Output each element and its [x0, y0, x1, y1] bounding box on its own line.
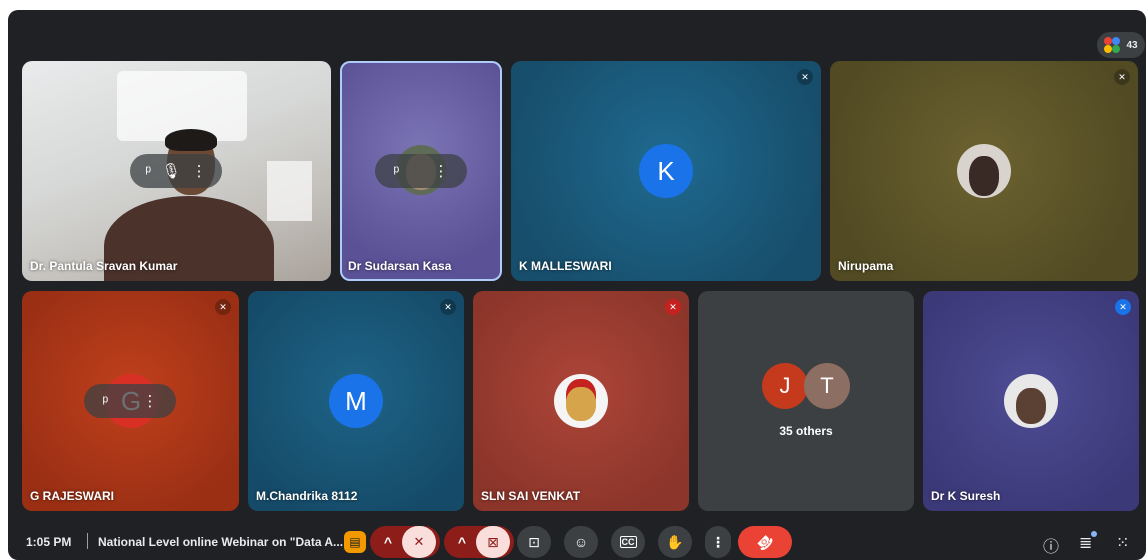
mic-toggle-button[interactable]: ✕ — [402, 526, 436, 558]
meeting-time: 1:05 PM — [26, 535, 72, 549]
participant-name: Dr. Pantula Sravan Kumar — [30, 259, 178, 273]
mic-off-icon[interactable]: 🎙 — [162, 162, 181, 180]
activities-icon[interactable]: ⁙ — [1116, 533, 1129, 553]
participant-tile[interactable]: ✕ K K MALLESWARI — [511, 61, 821, 281]
whiteboard-icon[interactable]: ▤ — [344, 531, 366, 553]
pin-icon[interactable]: ᵖ — [145, 163, 151, 180]
leave-call-button[interactable]: ☎ — [738, 526, 792, 558]
avatar: T — [804, 363, 850, 409]
mic-options-caret-icon[interactable]: ^ — [374, 534, 402, 550]
hand-icon: ✋ — [666, 533, 684, 550]
tile-controls: ᵖ ⋮ — [375, 154, 467, 188]
pin-icon[interactable]: ᵖ — [103, 393, 109, 410]
emoji-icon: ☺ — [573, 534, 589, 550]
chat-icon[interactable]: ≣ — [1079, 533, 1092, 553]
participant-name: M.Chandrika 8112 — [256, 489, 358, 503]
participant-tile[interactable]: ✕ Dr K Suresh — [923, 291, 1139, 511]
meeting-details-icon[interactable]: ⓘ — [1043, 533, 1059, 557]
raise-hand-button[interactable]: ✋ — [658, 526, 692, 558]
reactions-button[interactable]: ☺ — [564, 526, 598, 558]
tile-controls: ᵖ 🎙 ⋮ — [130, 154, 222, 188]
pin-icon[interactable]: ᵖ — [394, 163, 400, 180]
mic-off-icon: ✕ — [797, 69, 813, 85]
present-icon: ⊡ — [528, 533, 540, 550]
avatar — [554, 374, 608, 428]
more-options-button[interactable]: ⋮ — [705, 526, 731, 558]
mic-off-icon: ✕ — [215, 299, 231, 315]
more-options-icon[interactable]: ⋮ — [192, 162, 207, 180]
participants-chip[interactable]: 43 — [1097, 32, 1145, 58]
participant-tile[interactable]: ✕ G ᵖ ⋮ G RAJESWARI — [22, 291, 239, 511]
captions-icon: CC — [619, 536, 637, 548]
participant-name: Dr K Suresh — [931, 489, 1001, 503]
participant-tile[interactable]: ✕ Nirupama — [830, 61, 1138, 281]
others-tile[interactable]: J T 35 others — [698, 291, 914, 511]
meeting-title: National Level online Webinar on "Data A… — [98, 535, 344, 549]
participant-tile[interactable]: ᵖ ⋮ Dr Sudarsan Kasa — [340, 61, 502, 281]
participants-icon — [1104, 37, 1121, 53]
avatar — [1004, 374, 1058, 428]
camera-group: ^ ⊠ — [444, 526, 514, 558]
participant-tile[interactable]: ✕ M M.Chandrika 8112 — [248, 291, 464, 511]
participant-name: SLN SAI VENKAT — [481, 489, 581, 503]
more-options-icon: ⋮ — [711, 533, 725, 550]
video-person — [165, 129, 217, 151]
avatar: M — [329, 374, 383, 428]
mic-off-icon: ✕ — [1115, 299, 1131, 315]
participant-tile[interactable]: ✕ SLN SAI VENKAT — [473, 291, 689, 511]
camera-toggle-button[interactable]: ⊠ — [476, 526, 510, 558]
mic-off-icon: ✕ — [665, 299, 681, 315]
mic-group: ^ ✕ — [370, 526, 440, 558]
others-count: 35 others — [779, 424, 833, 438]
participant-name: K MALLESWARI — [519, 259, 612, 273]
captions-button[interactable]: CC — [611, 526, 645, 558]
participant-count: 43 — [1126, 39, 1138, 51]
end-call-icon: ☎ — [753, 530, 778, 555]
participant-tile[interactable]: ᵖ 🎙 ⋮ Dr. Pantula Sravan Kumar — [22, 61, 331, 281]
mic-off-icon: ✕ — [440, 299, 456, 315]
tile-controls: ᵖ ⋮ — [84, 384, 176, 418]
video-background — [267, 161, 312, 221]
participant-name: G RAJESWARI — [30, 489, 115, 503]
participant-name: Dr Sudarsan Kasa — [348, 259, 452, 273]
present-button[interactable]: ⊡ — [517, 526, 551, 558]
participant-name: Nirupama — [838, 259, 894, 273]
more-options-icon[interactable]: ⋮ — [142, 392, 157, 410]
avatar: J — [762, 363, 808, 409]
divider — [87, 533, 88, 549]
avatar — [957, 144, 1011, 198]
more-options-icon[interactable]: ⋮ — [433, 162, 448, 180]
control-bar: 1:05 PM National Level online Webinar on… — [8, 510, 1146, 560]
avatar: K — [639, 144, 693, 198]
chat-notification-dot — [1091, 531, 1097, 537]
mic-off-icon: ✕ — [1114, 69, 1130, 85]
meet-window: 43 ᵖ 🎙 ⋮ Dr. Pantula Sravan Kumar ᵖ ⋮ Dr… — [8, 10, 1146, 560]
camera-options-caret-icon[interactable]: ^ — [448, 534, 476, 550]
